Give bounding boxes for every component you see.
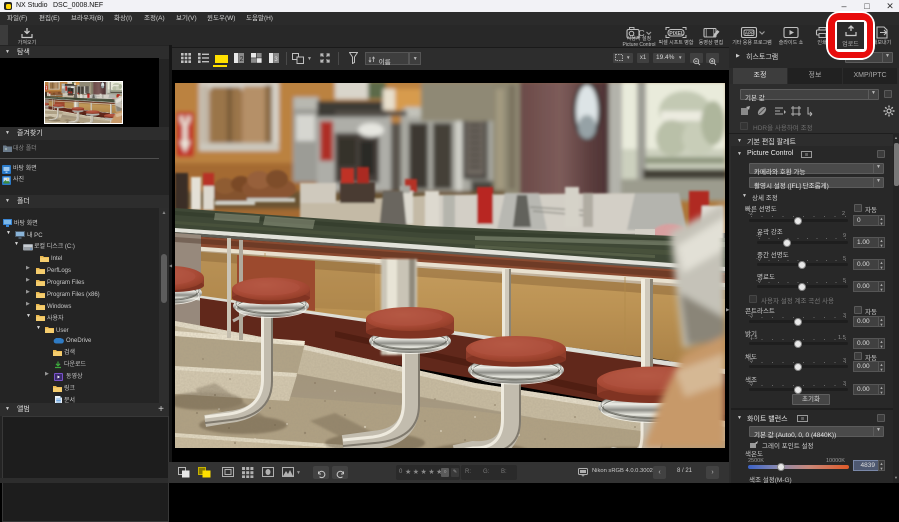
svg-text:PIXEL: PIXEL (669, 31, 685, 37)
svg-text:APP: APP (745, 31, 754, 36)
svg-text:2: 2 (240, 56, 244, 63)
